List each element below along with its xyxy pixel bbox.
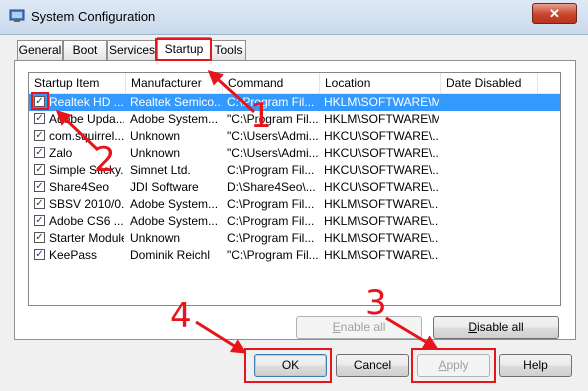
- annotation-arrows: [55, 69, 439, 354]
- step-number-1: 1: [250, 96, 272, 136]
- step-number-4: 4: [170, 296, 192, 336]
- checkbox-highlight: [31, 92, 49, 110]
- apply-button-highlight: [411, 348, 496, 383]
- arrow-step-3: [385, 316, 439, 350]
- arrow-step-4: [195, 320, 247, 354]
- ok-button-highlight: [244, 348, 332, 383]
- arrow-step-2: [55, 109, 100, 152]
- arrow-step-1: [207, 69, 256, 114]
- step-number-3: 3: [365, 283, 387, 323]
- startup-tab-highlight: [155, 38, 212, 61]
- step-number-2: 2: [94, 140, 116, 180]
